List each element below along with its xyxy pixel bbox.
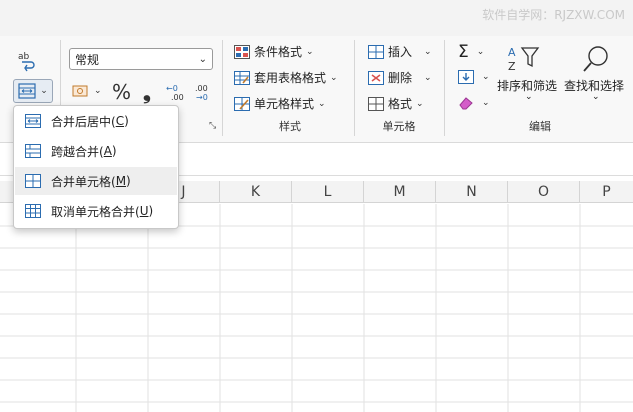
column-header-l[interactable]: L	[292, 181, 364, 203]
column-header-o[interactable]: O	[508, 181, 580, 203]
unmerge-cells-icon	[25, 204, 41, 218]
sum-icon: Σ	[458, 42, 469, 62]
chevron-down-icon: ⌄	[592, 92, 600, 102]
chevron-down-icon: ⌄	[416, 98, 424, 109]
editing-group-label: 编辑	[529, 120, 551, 133]
access-key: U	[139, 204, 149, 218]
search-icon	[581, 44, 611, 78]
svg-text:←0: ←0	[166, 84, 178, 93]
number-format-value: 常规	[75, 52, 100, 67]
insert-cells-button[interactable]: 插入 ⌄	[368, 43, 432, 60]
menu-item-label-close: )	[148, 204, 154, 218]
separator	[444, 40, 445, 136]
eraser-icon	[459, 97, 473, 110]
svg-text:.00: .00	[195, 84, 208, 93]
svg-text:.00: .00	[171, 93, 184, 101]
wrap-text-icon[interactable]: ab	[16, 50, 38, 76]
table-format-icon	[234, 70, 250, 85]
chevron-down-icon: ⌄	[424, 46, 432, 57]
column-header-m[interactable]: M	[364, 181, 436, 203]
menu-item-merge-across[interactable]: 跨越合并(A)	[15, 137, 177, 165]
fill-button[interactable]: ⌄	[458, 70, 490, 84]
clear-button[interactable]: ⌄	[458, 96, 490, 110]
merge-center-icon	[25, 114, 41, 128]
menu-item-label-close: )	[126, 174, 131, 188]
delete-label: 删除	[388, 71, 413, 85]
chevron-down-icon: ⌄	[94, 86, 102, 96]
menu-item-label: 合并单元格(	[51, 174, 116, 189]
chevron-down-icon: ⌄	[482, 72, 490, 82]
chevron-down-icon: ⌄	[424, 72, 432, 83]
menu-item-label: 跨越合并(	[51, 144, 104, 159]
menu-item-label: 取消单元格合并(	[51, 204, 140, 219]
svg-text:ab: ab	[18, 52, 30, 62]
number-dialog-launcher-icon[interactable]: ⤡	[209, 121, 216, 131]
svg-text:Z: Z	[508, 60, 516, 73]
column-header-p[interactable]: P	[580, 181, 633, 203]
format-cells-button[interactable]: 格式 ⌄	[368, 95, 424, 112]
access-key: C	[115, 114, 125, 128]
percent-style-button[interactable]: %	[112, 80, 131, 104]
merge-icon	[18, 83, 36, 99]
svg-text:→0: →0	[196, 93, 208, 101]
decrease-decimal-icon: .00 →0	[195, 84, 208, 102]
menu-item-label-close: )	[111, 144, 117, 158]
column-header-k[interactable]: K	[220, 181, 292, 203]
sort-filter-icon: A Z	[506, 44, 542, 78]
chevron-down-icon: ⌄	[198, 53, 207, 65]
menu-item-merge-center[interactable]: 合并后居中(C)	[15, 107, 177, 135]
decrease-decimal-button[interactable]: .00 →0	[193, 83, 213, 105]
chevron-down-icon: ⌄	[482, 98, 490, 108]
cell-styles-button[interactable]: 单元格样式 ⌄	[234, 95, 326, 112]
menu-item-unmerge-cells[interactable]: 取消单元格合并(U)	[15, 197, 177, 225]
delete-cells-button[interactable]: 删除 ⌄	[368, 69, 432, 86]
format-as-table-button[interactable]: 套用表格格式 ⌄	[234, 69, 338, 86]
increase-decimal-button[interactable]: ←0 .00	[166, 83, 186, 105]
access-key: A	[103, 144, 112, 158]
separator	[222, 40, 223, 136]
format-label: 格式	[388, 97, 413, 111]
svg-text:A: A	[508, 46, 516, 59]
conditional-format-icon	[234, 44, 250, 59]
format-icon	[368, 96, 384, 111]
menu-item-label: 合并后居中(	[51, 114, 116, 129]
merge-cells-icon	[25, 174, 41, 188]
column-header-n[interactable]: N	[436, 181, 508, 203]
menu-item-merge-cells[interactable]: 合并单元格(M)	[15, 167, 177, 195]
autosum-button[interactable]: Σ ⌄	[458, 42, 484, 62]
styles-group-label: 样式	[279, 120, 301, 133]
cell-styles-label: 单元格样式	[254, 97, 315, 111]
chevron-down-icon: ⌄	[525, 92, 533, 102]
merge-center-button[interactable]: ⌄	[13, 79, 53, 103]
access-key: M	[115, 174, 127, 188]
cells-group-label: 单元格	[382, 120, 416, 133]
chevron-down-icon: ⌄	[306, 46, 314, 57]
cell-style-icon	[234, 96, 250, 111]
insert-icon	[368, 44, 384, 59]
separator	[354, 40, 355, 136]
watermark: 软件自学网：RJZXW.COM	[482, 8, 625, 22]
currency-icon	[72, 85, 88, 97]
format-as-table-label: 套用表格格式	[254, 71, 327, 85]
fill-down-icon	[458, 70, 474, 84]
chevron-down-icon: ⌄	[476, 47, 485, 57]
insert-label: 插入	[388, 45, 413, 59]
chevron-down-icon: ⌄	[40, 86, 48, 96]
chevron-down-icon: ⌄	[330, 72, 338, 83]
currency-format-button[interactable]: ⌄	[72, 84, 102, 98]
increase-decimal-icon: ←0 .00	[166, 84, 184, 102]
menu-item-label-close: )	[124, 114, 129, 128]
merge-across-icon	[25, 144, 41, 158]
conditional-format-label: 条件格式	[254, 45, 303, 59]
delete-icon	[368, 70, 384, 85]
chevron-down-icon: ⌄	[318, 98, 326, 109]
comma-style-button[interactable]: ❟	[143, 80, 151, 104]
merge-dropdown-menu: 合并后居中(C) 跨越合并(A) 合并单元格(M) 取消单元格合并(U)	[13, 105, 179, 229]
conditional-format-button[interactable]: 条件格式 ⌄	[234, 43, 314, 60]
number-format-dropdown[interactable]: 常规 ⌄	[69, 48, 213, 70]
